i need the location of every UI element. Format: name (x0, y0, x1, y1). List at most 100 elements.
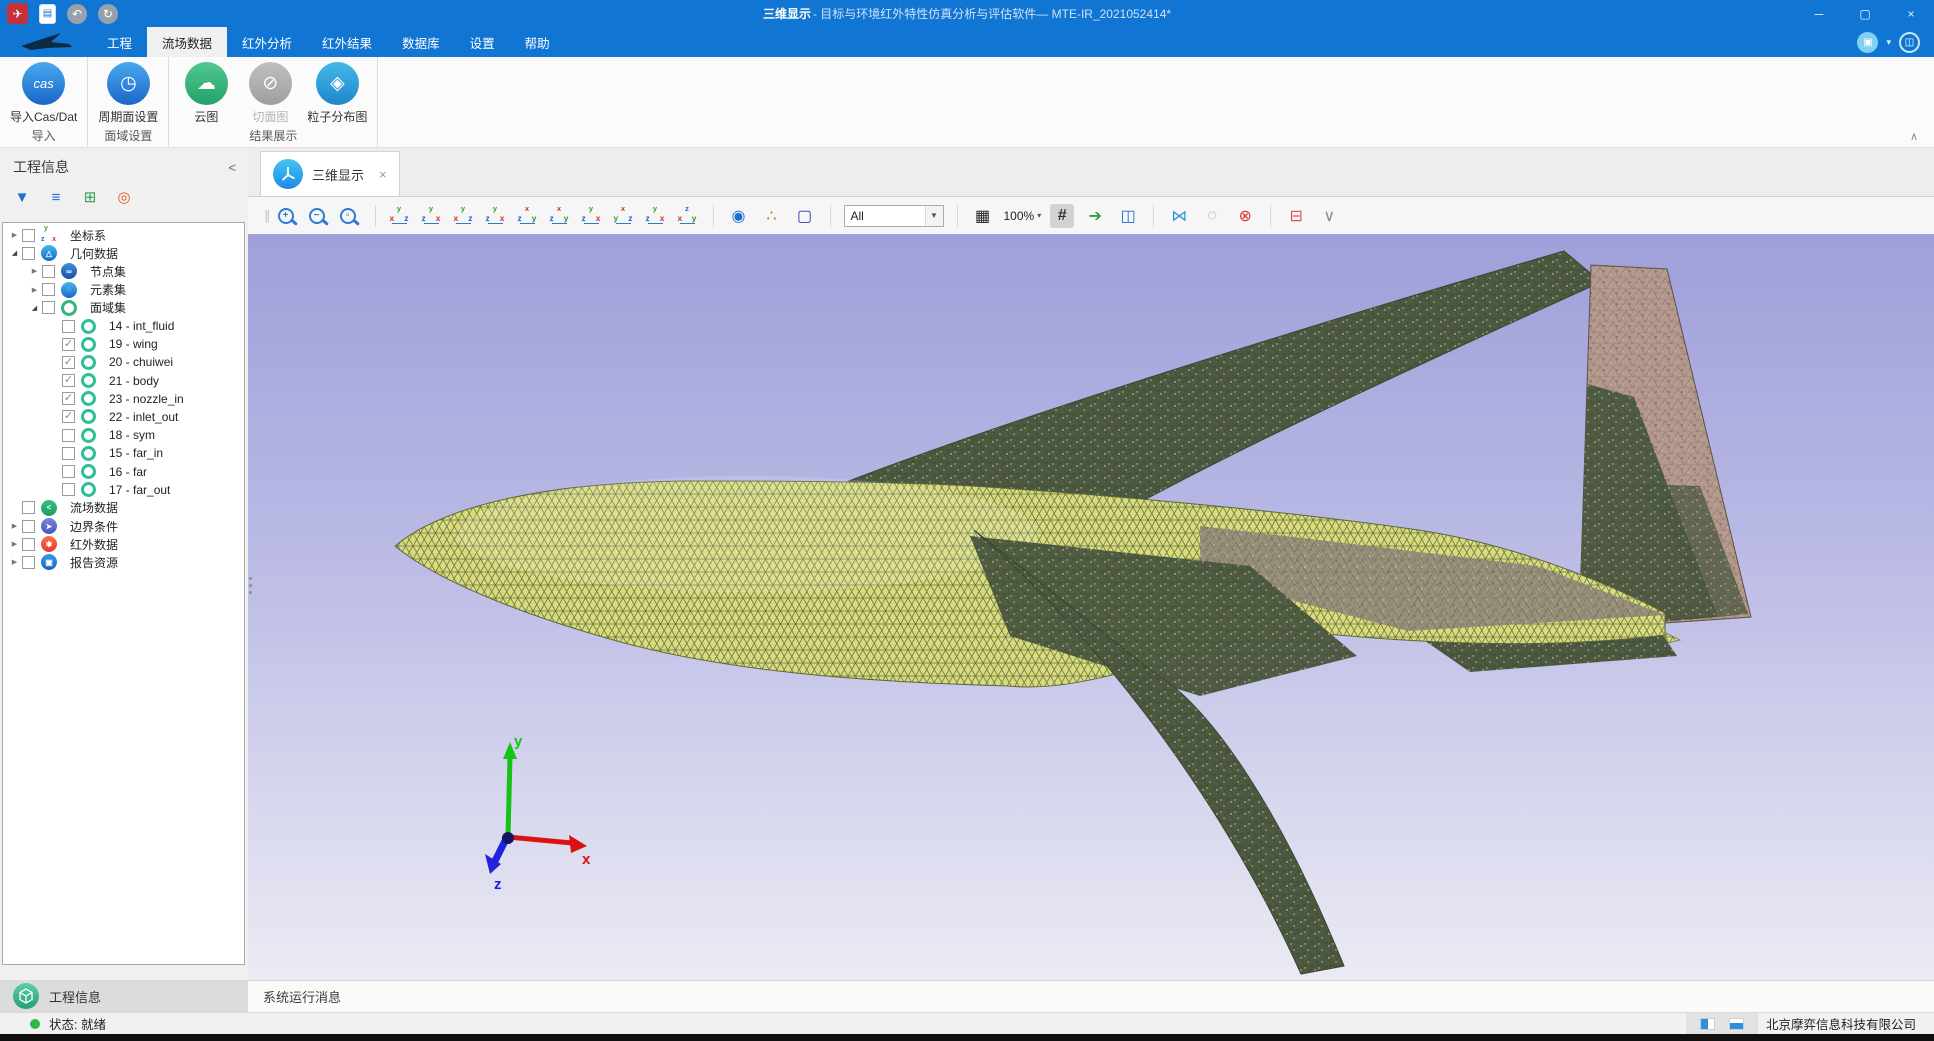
tree-item[interactable]: 14 - int_fluid (3, 317, 244, 335)
display-filter-select[interactable]: All▼ (844, 205, 944, 227)
ribbon-button[interactable]: ◈粒子分布图 (303, 62, 371, 125)
clear-cancel-button[interactable]: ⊗ (1233, 204, 1257, 228)
probe-point-button[interactable]: ◉ (727, 204, 751, 228)
tree-item[interactable]: 18 - sym (3, 426, 244, 444)
maximize-button[interactable]: ▢ (1842, 0, 1888, 27)
axis-view-button[interactable]: yzx (485, 205, 506, 226)
tree-checkbox[interactable] (22, 520, 35, 533)
menu-item[interactable]: 设置 (455, 27, 510, 57)
particle-nodes-button[interactable]: ∴ (760, 204, 784, 228)
layout-bottom-icon[interactable] (1729, 1018, 1744, 1030)
tree-checkbox[interactable] (62, 483, 75, 496)
axis-view-button[interactable]: yzx (645, 205, 666, 226)
tree-checkbox[interactable] (22, 247, 35, 260)
tree-checkbox[interactable] (42, 301, 55, 314)
tree-checkbox[interactable] (22, 556, 35, 569)
tree-checkbox[interactable]: ✓ (62, 410, 75, 423)
tree-item[interactable]: ▶➤边界条件 (3, 517, 244, 535)
ribbon-button[interactable]: cas导入Cas/Dat (6, 62, 81, 125)
ribbon-button[interactable]: ☁云图 (175, 62, 237, 125)
tree-item[interactable]: ◢面域集 (3, 299, 244, 317)
tree-item[interactable]: ✓23 - nozzle_in (3, 390, 244, 408)
tree-item[interactable]: 15 - far_in (3, 444, 244, 462)
toolbar-drag-handle[interactable]: ∥ (264, 208, 269, 224)
more-chevron[interactable]: ∨ (1317, 204, 1341, 228)
axis-view-button[interactable]: yxz (389, 205, 410, 226)
tree-checkbox[interactable]: ✓ (62, 356, 75, 369)
tree-item[interactable]: ✓21 - body (3, 372, 244, 390)
tree-checkbox[interactable] (22, 538, 35, 551)
mesh-grid-button[interactable]: # (1050, 204, 1074, 228)
viewport-3d[interactable]: y x z (248, 234, 1934, 980)
mirror-flip-button[interactable]: ⋈ (1167, 204, 1191, 228)
tab-close-icon[interactable]: × (379, 167, 387, 182)
close-button[interactable]: × (1888, 0, 1934, 27)
project-panel-footer[interactable]: 工程信息 (0, 980, 248, 1012)
menu-item[interactable]: 帮助 (510, 27, 565, 57)
ribbon-collapse-chevron[interactable]: ∧ (1910, 130, 1918, 143)
lasso-select-button[interactable]: ◌ (1200, 204, 1224, 228)
tree-item[interactable]: ✓20 - chuiwei (3, 353, 244, 371)
tree-expand-arrow[interactable]: ▶ (27, 267, 42, 275)
tree-item[interactable]: ◢△几何数据 (3, 244, 244, 262)
tree-checkbox[interactable] (42, 265, 55, 278)
menu-item[interactable]: 红外结果 (307, 27, 387, 57)
system-message-bar[interactable]: 系统运行消息 (248, 980, 1934, 1012)
archive-box-button[interactable]: ⊟ (1284, 204, 1308, 228)
tree-expand-arrow[interactable]: ▶ (27, 286, 42, 294)
zoom-fit-button[interactable]: ▫ (340, 208, 356, 224)
axis-view-button[interactable]: yzx (421, 205, 442, 226)
tree-expand-arrow[interactable]: ▶ (7, 522, 22, 530)
tree-item[interactable]: 17 - far_out (3, 481, 244, 499)
tree-checkbox[interactable] (62, 320, 75, 333)
tree-item[interactable]: 16 - far (3, 462, 244, 480)
tree-item[interactable]: ▶✱红外数据 (3, 535, 244, 553)
zoom-in-button[interactable]: + (278, 208, 294, 224)
tree-item[interactable]: ✓22 - inlet_out (3, 408, 244, 426)
tree-checkbox[interactable] (62, 465, 75, 478)
menu-item[interactable]: 数据库 (387, 27, 455, 57)
menu-item[interactable]: 流场数据 (147, 27, 227, 57)
tree-checkbox[interactable]: ✓ (62, 374, 75, 387)
tree-checkbox[interactable] (62, 447, 75, 460)
dropdown-arrow-icon[interactable]: ▼ (925, 206, 943, 226)
ribbon-button[interactable]: ◷周期面设置 (94, 62, 162, 125)
axis-view-button[interactable]: zxy (677, 205, 698, 226)
theme-panel-icon[interactable]: ▣ (1857, 32, 1878, 53)
zoom-out-button[interactable]: − (309, 208, 325, 224)
tree-checkbox[interactable] (22, 501, 35, 514)
dither-pattern-button[interactable]: ▦ (971, 204, 995, 228)
caret-down-icon[interactable]: ▾ (1886, 37, 1891, 48)
zoom-level-control[interactable]: 100%▾ (1004, 209, 1042, 223)
axis-view-button[interactable]: xzy (549, 205, 570, 226)
tree-expand-arrow[interactable]: ▶ (7, 231, 22, 239)
axis-view-button[interactable]: yxz (453, 205, 474, 226)
axis-view-button[interactable]: xzy (517, 205, 538, 226)
panel-splitter-handle[interactable] (247, 566, 254, 604)
viewport-3d-scene[interactable]: y x z (248, 234, 1934, 980)
filter-icon[interactable]: ▼ (12, 187, 32, 207)
snapshot-image-button[interactable]: ◫ (1116, 204, 1140, 228)
tree-item[interactable]: ▶◌元素集 (3, 281, 244, 299)
locate-target-icon[interactable]: ◎ (114, 187, 134, 207)
tree-checkbox[interactable]: ✓ (62, 338, 75, 351)
tree-item[interactable]: ✓19 - wing (3, 335, 244, 353)
tree-checkbox[interactable] (22, 229, 35, 242)
tree-expand-arrow[interactable]: ▶ (7, 558, 22, 566)
tree-checkbox[interactable] (62, 429, 75, 442)
tree-item[interactable]: <流场数据 (3, 499, 244, 517)
tree-item[interactable]: ▶∞节点集 (3, 262, 244, 280)
axis-view-button[interactable]: xyz (613, 205, 634, 226)
layout-split-icon[interactable] (1700, 1018, 1715, 1030)
tree-checkbox[interactable] (42, 283, 55, 296)
menu-item[interactable]: 红外分析 (227, 27, 307, 57)
box-select-button[interactable]: ▢ (793, 204, 817, 228)
axis-view-button[interactable]: yzx (581, 205, 602, 226)
tree-item[interactable]: ▶▣报告资源 (3, 553, 244, 571)
tree-item[interactable]: ▶yzx坐标系 (3, 226, 244, 244)
menu-item[interactable]: 工程 (92, 27, 147, 57)
grid-view-icon[interactable]: ⊞ (80, 187, 100, 207)
export-arrow-button[interactable]: ➔ (1083, 204, 1107, 228)
panel-collapse-icon[interactable]: < (228, 160, 236, 175)
tab-3d-view[interactable]: 三维显示 × (260, 151, 400, 196)
